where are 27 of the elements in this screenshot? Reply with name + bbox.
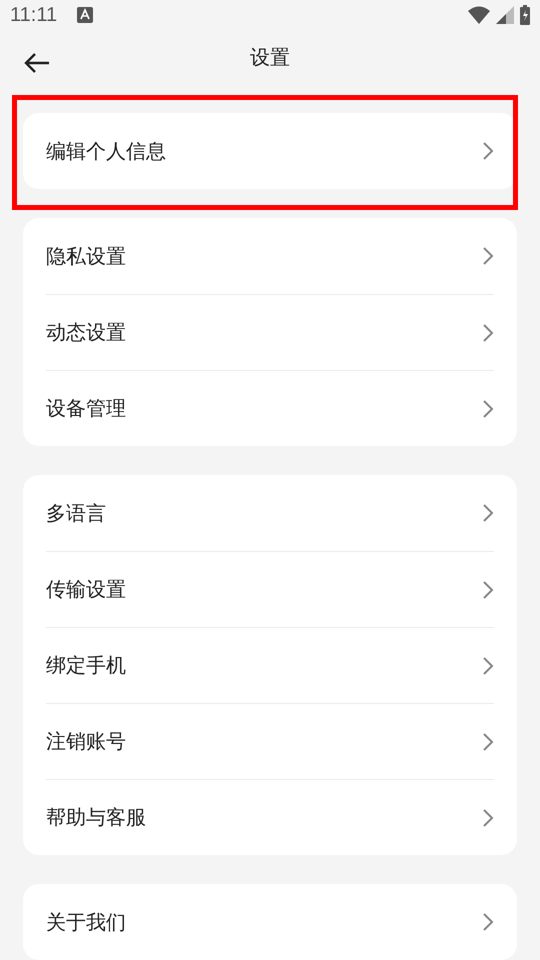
chevron-icon <box>482 656 494 676</box>
page-title: 设置 <box>250 44 290 72</box>
settings-row[interactable]: 编辑个人信息 <box>46 113 494 189</box>
signal-icon <box>496 6 514 24</box>
settings-row[interactable]: 关于我们 <box>46 884 494 960</box>
chevron-icon <box>482 732 494 752</box>
chevron-icon <box>482 322 494 342</box>
chevron-icon <box>482 398 494 418</box>
chevron-icon <box>482 912 494 932</box>
chevron-icon <box>482 808 494 828</box>
settings-row[interactable]: 注销账号 <box>46 703 494 779</box>
settings-row[interactable]: 动态设置 <box>46 294 494 370</box>
keyboard-icon <box>77 7 94 24</box>
chevron-icon <box>482 246 494 266</box>
back-arrow-icon <box>24 52 50 74</box>
wifi-icon <box>468 6 490 24</box>
settings-row[interactable]: 设备管理 <box>46 370 494 446</box>
settings-row[interactable]: 多语言 <box>46 475 494 551</box>
settings-row[interactable]: 隐私设置 <box>46 218 494 294</box>
settings-row[interactable]: 传输设置 <box>46 551 494 627</box>
chevron-icon <box>482 503 494 523</box>
status-time: 11:11 <box>10 4 58 27</box>
battery-icon <box>520 5 530 26</box>
settings-row[interactable]: 绑定手机 <box>46 627 494 703</box>
chevron-icon <box>482 141 494 161</box>
settings-row[interactable]: 帮助与客服 <box>46 779 494 855</box>
chevron-icon <box>482 580 494 600</box>
